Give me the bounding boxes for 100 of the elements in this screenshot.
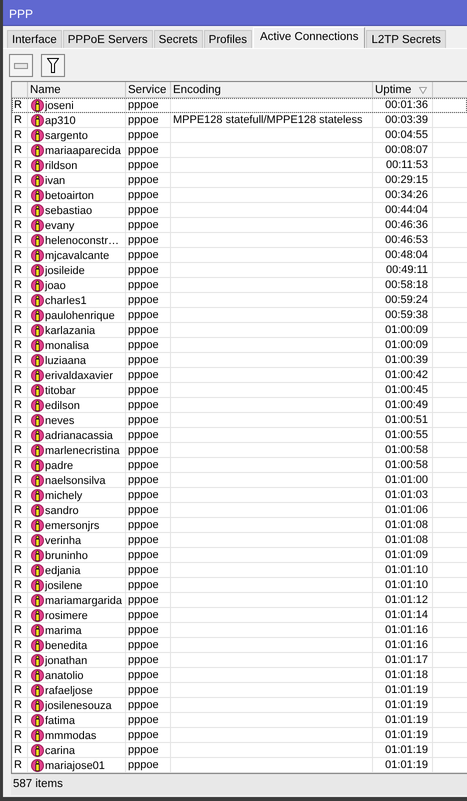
info-icon — [31, 324, 44, 337]
table-cell-text: 01:00:58 — [384, 443, 429, 458]
table-cell-text: 00:11:53 — [384, 158, 429, 173]
info-icon — [31, 384, 44, 397]
focused-row[interactable]: R joseni pppoe 00:01:36 — [12, 98, 467, 113]
table-cell: emersonjrs — [45, 518, 100, 532]
flag-cell-text: R — [13, 158, 23, 173]
info-icon — [31, 189, 44, 202]
info-icon — [31, 354, 44, 367]
table-cell: titobar — [45, 384, 76, 398]
table-cell-text: 01:01:19 — [384, 698, 429, 713]
column-header[interactable]: Uptime — [375, 82, 412, 98]
table-cell: rildson — [45, 158, 78, 172]
flag-cell-text: R — [13, 533, 23, 548]
flag-cell-text: R — [13, 698, 23, 713]
info-icon — [31, 579, 44, 592]
flag-cell-text: R — [13, 323, 23, 338]
info-icon — [31, 684, 44, 697]
table-cell-text: 01:00:42 — [384, 368, 429, 383]
info-icon — [31, 369, 44, 382]
info-icon — [31, 99, 44, 112]
table-cell-text: 00:46:36 — [384, 218, 429, 233]
table-cell-text: pppoe — [127, 398, 160, 413]
table-cell-text: pppoe — [127, 368, 160, 383]
info-icon — [31, 654, 44, 667]
table-cell-text: pppoe — [127, 563, 160, 578]
flag-cell-text: R — [13, 218, 23, 233]
table-cell: sandro — [45, 504, 79, 518]
info-icon — [31, 129, 44, 142]
tab[interactable]: Secrets — [154, 30, 203, 48]
table-cell: helenoconstr… — [45, 234, 119, 248]
table-cell-text: 01:00:09 — [384, 338, 429, 353]
table-cell-text: pppoe — [127, 233, 160, 248]
table-cell: joseni — [45, 98, 74, 112]
table-cell-text: 01:01:08 — [384, 518, 429, 533]
info-icon — [31, 204, 44, 217]
column-header[interactable]: Service — [128, 82, 166, 98]
table-cell-text: pppoe — [127, 518, 160, 533]
table-cell-text: pppoe — [127, 653, 160, 668]
table-cell-text: 00:49:11 — [384, 263, 429, 278]
table-cell-text: pppoe — [127, 98, 160, 113]
table-cell-text: pppoe — [127, 293, 160, 308]
table-cell-text: pppoe — [127, 683, 160, 698]
tab[interactable]: PPPoE Servers — [62, 30, 153, 48]
table-cell-text: 00:04:55 — [384, 128, 429, 143]
info-icon — [31, 264, 44, 277]
table-cell-text: pppoe — [127, 503, 160, 518]
flag-cell-text: R — [13, 308, 23, 323]
flag-cell-text: R — [13, 203, 23, 218]
info-icon — [31, 504, 44, 517]
flag-cell-text: R — [13, 263, 23, 278]
table-cell: josileide — [45, 264, 85, 278]
flag-cell-text: R — [13, 653, 23, 668]
table-cell-text: pppoe — [127, 638, 160, 653]
filter-button[interactable] — [41, 54, 65, 77]
flag-cell-text: R — [13, 128, 23, 143]
flag-cell-text: R — [13, 638, 23, 653]
info-icon — [31, 444, 44, 457]
table-cell: mariamargarida — [45, 594, 122, 608]
info-icon — [31, 294, 44, 307]
table-cell-text: pppoe — [127, 488, 160, 503]
tab[interactable]: Active Connections — [253, 27, 366, 48]
flag-cell-text: R — [13, 413, 23, 428]
table-cell: rafaeljose — [45, 684, 93, 698]
table-cell-text: pppoe — [127, 188, 160, 203]
info-icon — [31, 714, 44, 727]
table-cell-text: 01:01:03 — [384, 488, 429, 503]
table-cell-text: 00:58:18 — [384, 278, 429, 293]
table-cell-text: pppoe — [127, 278, 160, 293]
table-cell-text: pppoe — [127, 113, 160, 128]
flag-cell-text: R — [13, 368, 23, 383]
flag-cell-text: R — [13, 488, 23, 503]
table-cell-text: 00:46:53 — [384, 233, 429, 248]
flag-cell-text: R — [13, 518, 23, 533]
table-cell: charles1 — [45, 294, 87, 308]
flag-cell-text: R — [13, 728, 23, 743]
tab[interactable]: L2TP Secrets — [366, 30, 446, 48]
info-icon — [31, 399, 44, 412]
table-cell-text: pppoe — [127, 728, 160, 743]
column-header[interactable]: Name — [30, 82, 61, 98]
flag-cell-text: R — [13, 248, 23, 263]
table-cell: mmmodas — [45, 728, 96, 742]
table-cell-text: 01:00:51 — [384, 413, 429, 428]
column-header[interactable]: Encoding — [173, 82, 221, 98]
flag-cell-text: R — [13, 233, 23, 248]
flag-cell-text: R — [13, 383, 23, 398]
tab[interactable]: Profiles — [204, 30, 252, 48]
table-cell: mariaaparecida — [45, 144, 121, 158]
remove-button[interactable] — [9, 54, 33, 77]
tab[interactable]: Interface — [7, 30, 62, 48]
table-cell-text: 00:59:24 — [384, 293, 429, 308]
table-cell-text: pppoe — [127, 338, 160, 353]
info-icon — [31, 669, 44, 682]
table-cell: carina — [45, 744, 75, 758]
table-cell-text: pppoe — [127, 353, 160, 368]
flag-cell-text: R — [13, 398, 23, 413]
table-cell-text: pppoe — [127, 473, 160, 488]
table-cell-text: 01:01:00 — [384, 473, 429, 488]
table-cell: neves — [45, 414, 74, 428]
minus-icon — [14, 62, 28, 68]
